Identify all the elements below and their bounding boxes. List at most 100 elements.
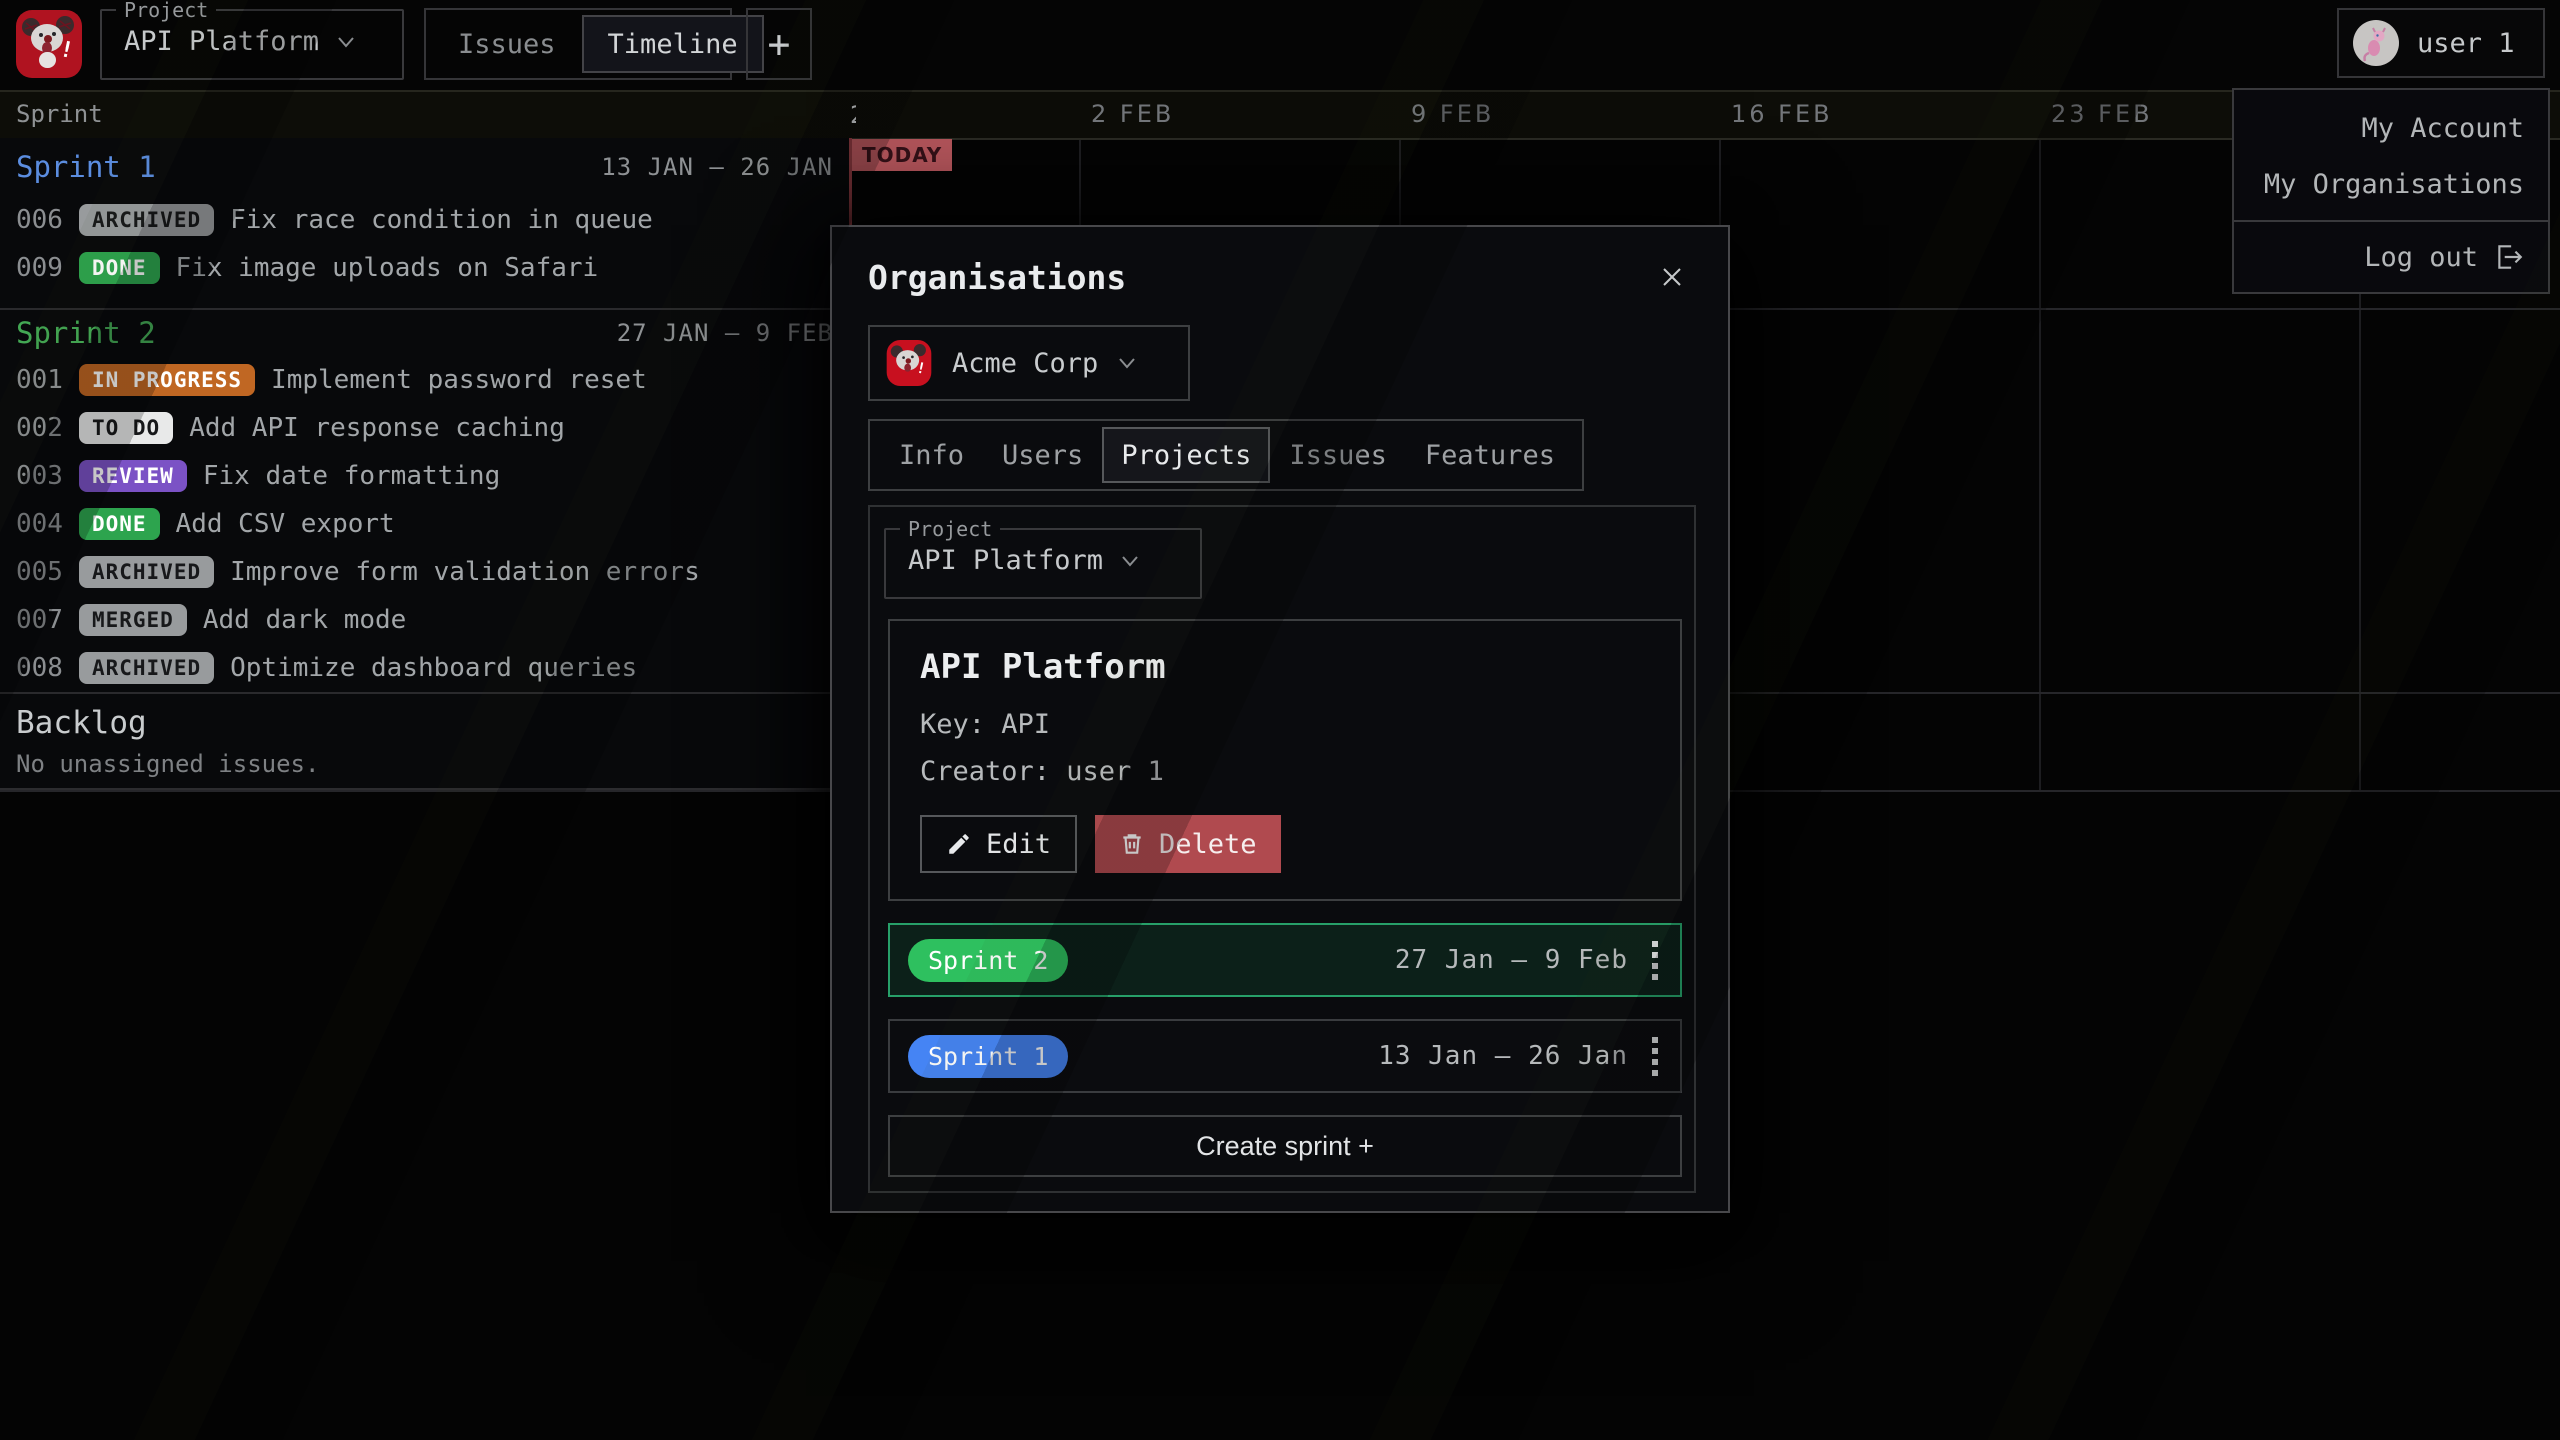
tab-projects[interactable]: Projects xyxy=(1102,427,1270,483)
logout-label: Log out xyxy=(2364,242,2478,273)
user-avatar xyxy=(2353,20,2399,66)
close-icon[interactable] xyxy=(1652,257,1692,297)
status-badge: DONE xyxy=(79,508,160,540)
issue-number: 004 xyxy=(16,509,63,539)
drag-handle-icon[interactable] xyxy=(1648,937,1662,984)
week-column-header: 2 FEB xyxy=(1091,90,1174,138)
delete-project-button[interactable]: Delete xyxy=(1095,815,1281,873)
tab-info[interactable]: Info xyxy=(880,427,983,483)
status-badge: DONE xyxy=(79,252,160,284)
user-menu-item[interactable]: My Account xyxy=(2234,100,2548,156)
project-creator: Creator: user 1 xyxy=(920,756,1650,787)
organisation-logo-icon: ! xyxy=(886,340,932,386)
projects-tab-panel: Project API Platform API Platform Key: A… xyxy=(868,505,1696,1193)
sprint-date-range: 27 Jan – 9 Feb xyxy=(1395,945,1628,975)
issue-title: Optimize dashboard queries xyxy=(230,653,637,683)
issue-title: Fix date formatting xyxy=(203,461,500,491)
status-badge: ARCHIVED xyxy=(79,652,214,684)
user-name: user 1 xyxy=(2417,28,2515,59)
timeline-sprint-section: Sprint 2 27 JAN – 9 FEB 001 IN PROGRESS Impl… xyxy=(0,310,849,694)
project-key: Key: API xyxy=(920,709,1650,740)
project-select-label: Project xyxy=(116,0,216,20)
issue-number: 006 xyxy=(16,205,63,235)
sprint-name: Sprint 2 xyxy=(16,316,156,350)
week-column-header: 23 FEB xyxy=(2051,90,2153,138)
sprint-row[interactable]: Sprint 2 27 Jan – 9 Feb xyxy=(888,923,1682,997)
status-badge: REVIEW xyxy=(79,460,187,492)
issue-row[interactable]: 006ARCHIVEDFix race condition in queue xyxy=(0,196,849,244)
organisation-select[interactable]: ! Acme Corp xyxy=(868,325,1190,401)
chevron-down-icon xyxy=(337,36,355,48)
timeline-header-row: Sprint 26 JAN 2 FEB9 FEB16 FEB23 FEB xyxy=(0,90,2560,140)
timeline-sprint-section: Sprint 1 13 JAN – 26 JAN 006ARCHIVEDFix ra… xyxy=(0,138,849,310)
project-card: API Platform Key: API Creator: user 1 Ed… xyxy=(888,619,1682,901)
organisation-select-value: Acme Corp xyxy=(952,348,1098,379)
week-column-header: 9 FEB xyxy=(1411,90,1494,138)
issue-row[interactable]: 007MERGEDAdd dark mode xyxy=(0,596,849,644)
sprint-date-range: 13 Jan – 26 Jan xyxy=(1378,1041,1628,1071)
pencil-icon xyxy=(946,831,972,857)
backlog-title: Backlog xyxy=(16,700,833,746)
issue-number: 005 xyxy=(16,557,63,587)
modal-tab-bar: InfoUsersProjectsIssuesFeatures xyxy=(868,419,1584,491)
sprint-row-right: 13 Jan – 26 Jan xyxy=(1378,1033,1662,1080)
issue-row[interactable]: 004DONEAdd CSV export xyxy=(0,500,849,548)
view-timeline-button[interactable]: Timeline xyxy=(582,15,764,73)
logout-icon xyxy=(2494,242,2524,272)
sprint-pill: Sprint 2 xyxy=(908,939,1068,982)
issue-title: Improve form validation errors xyxy=(230,557,700,587)
chevron-down-icon xyxy=(1118,357,1136,369)
sprint-dates: 13 JAN – 26 JAN xyxy=(601,153,833,181)
trash-icon xyxy=(1119,831,1145,857)
top-bar: ! Project API Platform Issues Timeline +… xyxy=(0,0,2560,92)
status-badge: TO DO xyxy=(79,412,173,444)
modal-project-select-value: API Platform xyxy=(908,545,1103,576)
drag-handle-icon[interactable] xyxy=(1648,1033,1662,1080)
week-column-header: 16 FEB xyxy=(1731,90,1833,138)
issue-title: Implement password reset xyxy=(271,365,647,395)
modal-project-select-label: Project xyxy=(900,519,1000,539)
issue-title: Fix race condition in queue xyxy=(230,205,653,235)
sprint-name: Sprint 1 xyxy=(16,150,156,184)
status-badge: IN PROGRESS xyxy=(79,364,255,396)
issue-row[interactable]: 005 ARCHIVED Improve form validation error… xyxy=(0,548,849,596)
issue-number: 008 xyxy=(16,653,63,683)
project-select[interactable]: Project API Platform xyxy=(100,0,404,80)
issue-row[interactable]: 001 IN PROGRESS Implement password reset xyxy=(0,356,849,404)
sprint-dates: 27 JAN – 9 FEB xyxy=(617,319,833,347)
issue-row[interactable]: 008 ARCHIVED Optimize dashboard queries xyxy=(0,644,849,692)
app-logo-koala-icon[interactable]: ! xyxy=(16,10,82,78)
user-dropdown-menu: My AccountMy Organisations Log out xyxy=(2232,88,2550,294)
issue-row[interactable]: 003REVIEWFix date formatting xyxy=(0,452,849,500)
today-badge: TODAY xyxy=(852,139,952,171)
sprint-pane: Sprint 113 JAN – 26 JAN006ARCHIVEDFix ra… xyxy=(0,138,851,790)
issue-row[interactable]: 009DONEFix image uploads on Safari xyxy=(0,244,849,292)
issue-row[interactable]: 002TO DOAdd API response caching xyxy=(0,404,849,452)
modal-project-select[interactable]: Project API Platform xyxy=(884,519,1202,599)
issue-number: 007 xyxy=(16,605,63,635)
delete-label: Delete xyxy=(1159,829,1257,860)
tab-users[interactable]: Users xyxy=(983,427,1102,483)
edit-label: Edit xyxy=(986,829,1051,860)
project-select-value: API Platform xyxy=(124,26,319,57)
sprint-column-header: Sprint xyxy=(16,90,103,138)
logout-menu-item[interactable]: Log out xyxy=(2234,222,2548,292)
status-badge: MERGED xyxy=(79,604,187,636)
edit-project-button[interactable]: Edit xyxy=(920,815,1077,873)
sprint-section-header: Sprint 2 27 JAN – 9 FEB xyxy=(0,310,849,356)
add-issue-button[interactable]: + xyxy=(746,8,812,80)
chevron-down-icon xyxy=(1121,555,1139,567)
sprint-row[interactable]: Sprint 113 Jan – 26 Jan xyxy=(888,1019,1682,1093)
status-badge: ARCHIVED xyxy=(79,556,214,588)
tab-issues[interactable]: Issues xyxy=(1270,427,1406,483)
create-sprint-button[interactable]: Create sprint + xyxy=(888,1115,1682,1177)
issue-title: Fix image uploads on Safari xyxy=(176,253,599,283)
modal-title: Organisations xyxy=(868,258,1126,297)
issue-number: 002 xyxy=(16,413,63,443)
user-menu-button[interactable]: user 1 xyxy=(2337,8,2545,78)
tab-features[interactable]: Features xyxy=(1406,427,1574,483)
issue-number: 001 xyxy=(16,365,63,395)
view-issues-button[interactable]: Issues xyxy=(458,29,556,60)
sprint-section-header: Sprint 1 13 JAN – 26 JAN xyxy=(0,138,849,196)
user-menu-item[interactable]: My Organisations xyxy=(2234,156,2548,212)
